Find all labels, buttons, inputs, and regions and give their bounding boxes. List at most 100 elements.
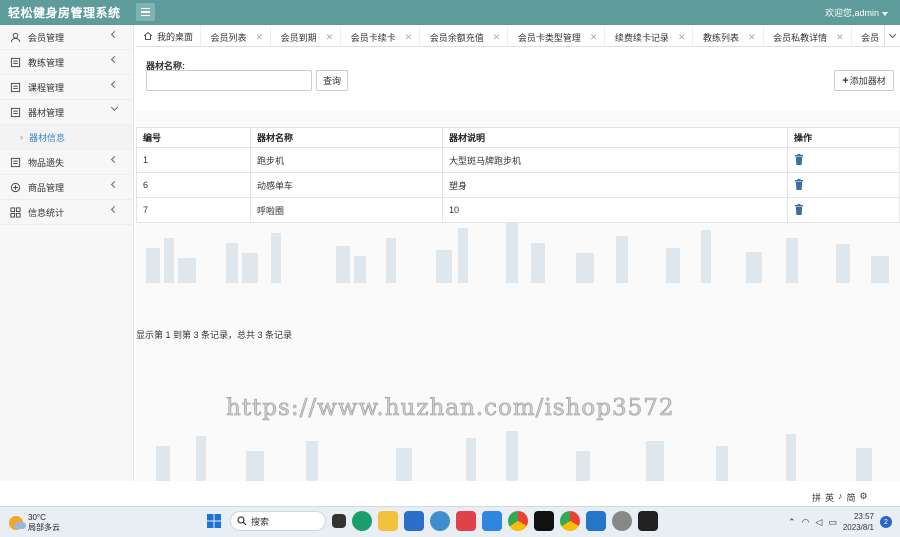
cell-actions: [787, 147, 900, 173]
cell-name: 动感单车: [250, 172, 443, 198]
close-icon[interactable]: ✕: [326, 32, 334, 43]
cell-name: 呼啦圈: [250, 197, 443, 223]
close-icon[interactable]: ✕: [256, 32, 264, 43]
chrome-icon[interactable]: [508, 511, 528, 531]
battery-icon[interactable]: ▭: [828, 517, 837, 528]
close-icon[interactable]: ✕: [748, 32, 756, 43]
sidebar-item-label: 器材管理: [28, 107, 65, 118]
sidebar-subitem-equipment-info[interactable]: › 器材信息: [0, 125, 133, 150]
gift-icon: [9, 181, 21, 193]
close-icon[interactable]: ✕: [590, 32, 598, 43]
column-header-id[interactable]: 编号: [136, 127, 251, 148]
tab-member-more[interactable]: 会员: [854, 26, 888, 46]
taskbar-search[interactable]: 搜索: [230, 511, 326, 531]
weather-widget[interactable]: 30°C 局部多云: [9, 513, 60, 533]
jetbrains-icon[interactable]: [534, 511, 554, 531]
close-icon[interactable]: ✕: [836, 32, 844, 43]
tab-label: 教练列表: [703, 33, 740, 43]
main-content: 器材名称: 查询 + 添加器材 编号 器材名称 器材说明 操作 1 跑步机 大型…: [136, 48, 900, 481]
add-equipment-button[interactable]: + 添加器材: [834, 70, 894, 91]
chevron-left-icon: [110, 30, 119, 39]
mail-icon[interactable]: [404, 511, 424, 531]
tab-label: 会员到期: [280, 33, 317, 43]
sidebar-item-label: 物品遗失: [28, 157, 65, 168]
equipment-name-input[interactable]: [146, 70, 312, 91]
tab-member-expire[interactable]: 会员到期 ✕: [274, 26, 342, 46]
chevron-left-icon: [110, 155, 119, 164]
cell-description: 大型斑马牌跑步机: [442, 147, 788, 173]
avatar-app-icon[interactable]: [612, 511, 632, 531]
partly-cloudy-icon: [9, 516, 26, 530]
user-menu[interactable]: 欢迎您,admin: [825, 6, 888, 19]
notification-badge[interactable]: 2: [880, 516, 892, 528]
add-equipment-label: 添加器材: [849, 76, 886, 86]
sidebar-item-statistics[interactable]: 信息统计: [0, 200, 133, 225]
weather-temperature: 30°C: [28, 513, 46, 522]
cell-actions: [787, 197, 900, 223]
close-icon[interactable]: ✕: [405, 32, 413, 43]
ime-mode-icon[interactable]: 拼: [812, 491, 821, 504]
file-explorer-icon[interactable]: [378, 511, 398, 531]
sidebar-item-lost-items[interactable]: 物品遗失: [0, 150, 133, 175]
trash-icon[interactable]: [794, 203, 804, 215]
tab-balance-recharge[interactable]: 会员余额充值 ✕: [423, 26, 509, 46]
browser-icon[interactable]: [430, 511, 450, 531]
tabs-dropdown-button[interactable]: [884, 25, 900, 46]
close-icon[interactable]: ✕: [678, 32, 686, 43]
tab-label: 续费续卡记录: [614, 33, 669, 43]
task-view-icon[interactable]: [332, 514, 346, 528]
skyline-decoration: [156, 431, 872, 481]
ime-sound-icon[interactable]: ♪: [838, 491, 843, 504]
sidebar-item-members[interactable]: 会员管理: [0, 25, 133, 50]
chrome-icon[interactable]: [560, 511, 580, 531]
sidebar-item-label: 商品管理: [28, 182, 65, 193]
tab-label: 会员私教详情: [773, 33, 828, 43]
tab-card-renew[interactable]: 会员卡续卡 ✕: [344, 26, 421, 46]
sidebar-item-coaches[interactable]: 教练管理: [0, 50, 133, 75]
ime-settings-icon[interactable]: ⚙: [860, 491, 868, 504]
tab-desktop[interactable]: 我的桌面: [136, 25, 202, 46]
tab-private-coaching[interactable]: 会员私教详情 ✕: [766, 26, 852, 46]
column-header-description[interactable]: 器材说明: [442, 127, 788, 148]
menu-toggle-button[interactable]: [136, 3, 155, 21]
tab-label: 会员卡类型管理: [517, 33, 581, 43]
wifi-icon[interactable]: ◠: [802, 517, 810, 528]
app-red-icon[interactable]: [456, 511, 476, 531]
tab-renew-records[interactable]: 续费续卡记录 ✕: [608, 26, 694, 46]
trash-icon[interactable]: [794, 178, 804, 190]
maven-icon[interactable]: [638, 511, 658, 531]
clock-date: 2023/8/1: [842, 523, 874, 532]
query-button[interactable]: 查询: [316, 70, 348, 91]
sidebar-subitem-label: 器材信息: [29, 132, 66, 143]
ime-lang-icon[interactable]: 英: [825, 491, 834, 504]
taskbar: 30°C 局部多云 搜索 ⌃ ◠ ◁ ▭ 23:57 2023/8/1 2: [0, 506, 900, 537]
clock[interactable]: 23:57 2023/8/1: [843, 511, 874, 533]
sidebar-item-equipment[interactable]: 器材管理: [0, 100, 133, 125]
close-icon[interactable]: ✕: [493, 32, 501, 43]
chevron-up-icon[interactable]: ⌃: [788, 517, 796, 528]
cell-description: 10: [442, 197, 788, 223]
column-header-name[interactable]: 器材名称: [250, 127, 443, 148]
tab-coach-list[interactable]: 教练列表 ✕: [696, 26, 764, 46]
vscode-icon[interactable]: [586, 511, 606, 531]
ime-simplified-icon[interactable]: 简: [847, 491, 856, 504]
trash-icon[interactable]: [794, 153, 804, 165]
sidebar-item-courses[interactable]: 课程管理: [0, 75, 133, 100]
sidebar-item-products[interactable]: 商品管理: [0, 175, 133, 200]
user-icon: [9, 31, 21, 43]
chevron-down-icon: [888, 30, 897, 39]
volume-icon[interactable]: ◁: [815, 517, 822, 528]
windows-start-icon[interactable]: [204, 511, 224, 531]
doc-icon: [9, 81, 21, 93]
sidebar-item-label: 信息统计: [28, 207, 65, 218]
table-row: 1 跑步机 大型斑马牌跑步机: [136, 147, 900, 173]
cell-name: 跑步机: [250, 147, 443, 173]
edge-icon[interactable]: [352, 511, 372, 531]
sidebar-item-label: 教练管理: [28, 57, 65, 68]
tab-label: 我的桌面: [157, 31, 194, 42]
column-header-actions: 操作: [787, 127, 900, 148]
tab-label: 会员: [861, 33, 880, 43]
cloud-drive-icon[interactable]: [482, 511, 502, 531]
tab-member-list[interactable]: 会员列表 ✕: [204, 26, 272, 46]
tab-card-types[interactable]: 会员卡类型管理 ✕: [511, 26, 606, 46]
